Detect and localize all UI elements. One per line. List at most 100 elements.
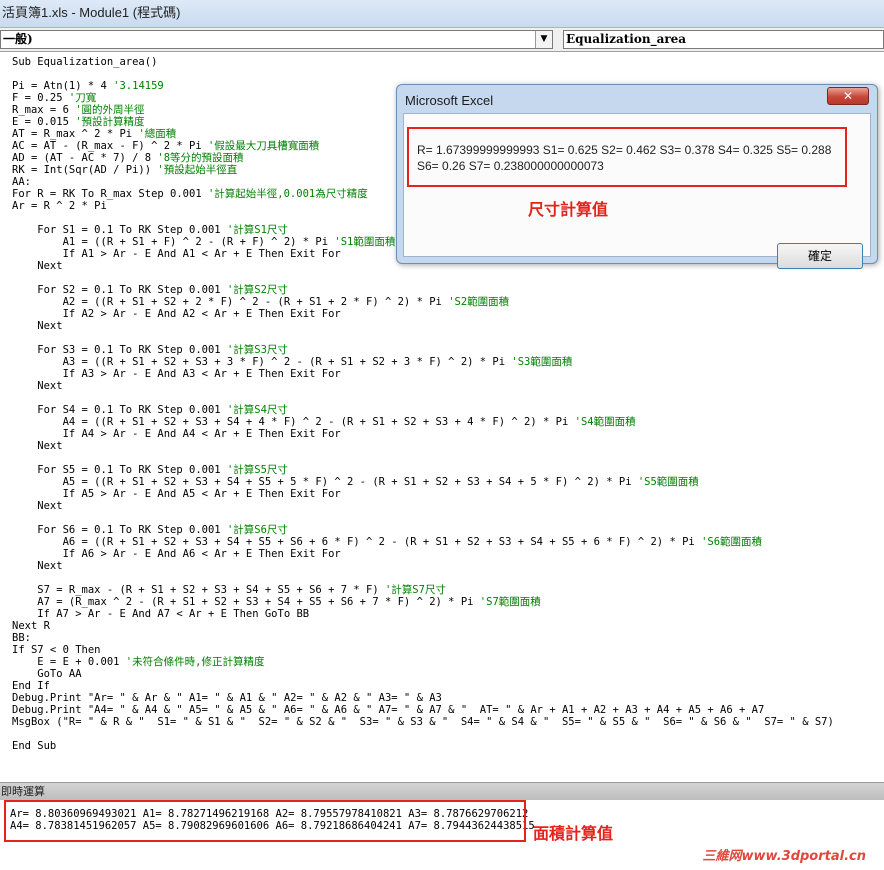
- code-line: AC = AT - (R_max - F) ^ 2 * Pi '假設最大刀具槽寬…: [12, 140, 319, 152]
- procedure-combo[interactable]: Equalization_area: [563, 30, 884, 49]
- code-line: Next: [12, 500, 63, 512]
- code-line: Debug.Print "A4= " & A4 & " A5= " & A5 &…: [12, 704, 764, 716]
- code-line: BB:: [12, 632, 31, 644]
- code-line: GoTo AA: [12, 668, 82, 680]
- code-text: Next: [12, 500, 63, 512]
- code-text: End Sub: [12, 740, 57, 752]
- code-text: S7 = R_max - (R + S1 + S2 + S3 + S4 + S5…: [12, 584, 385, 596]
- code-comment: '刀寬: [68, 92, 97, 104]
- code-line: For S4 = 0.1 To RK Step 0.001 '計算S4尺寸: [12, 404, 288, 416]
- code-text: Pi = Atn(1) * 4: [12, 80, 114, 92]
- window-title: 活頁簿1.xls - Module1 (程式碼): [0, 0, 884, 28]
- code-line: Next: [12, 560, 63, 572]
- code-text: If A5 > Ar - E And A5 < Ar + E Then Exit…: [12, 488, 341, 500]
- code-comment: 'S6範圍面積: [701, 536, 763, 548]
- code-line: RK = Int(Sqr(AD / Pi)) '預設起始半徑直: [12, 164, 237, 176]
- code-comment: '3.14159: [113, 80, 164, 92]
- ok-button[interactable]: 確定: [777, 243, 863, 269]
- code-line: E = E + 0.001 '未符合條件時,修正計算精度: [12, 656, 264, 668]
- code-text: Next: [12, 260, 63, 272]
- object-combo[interactable]: 一般) ▼: [0, 30, 553, 49]
- code-line: If A4 > Ar - E And A4 < Ar + E Then Exit…: [12, 428, 341, 440]
- code-text: AC = AT - (R_max - F) ^ 2 * Pi: [12, 140, 208, 152]
- code-text: Next: [12, 320, 63, 332]
- code-text: For S6 = 0.1 To RK Step 0.001: [12, 524, 227, 536]
- code-line: AD = (AT - AC * 7) / 8 '8等分的預設面積: [12, 152, 244, 164]
- code-text: Next: [12, 440, 63, 452]
- code-line: Sub Equalization_area(): [12, 56, 157, 68]
- code-line: E = 0.015 '預設計算精度: [12, 116, 145, 128]
- code-comment: 'S4範圍面積: [574, 416, 636, 428]
- code-text: If A6 > Ar - E And A6 < Ar + E Then Exit…: [12, 548, 341, 560]
- code-comment: '計算S4尺寸: [226, 404, 288, 416]
- code-line: For S3 = 0.1 To RK Step 0.001 '計算S3尺寸: [12, 344, 288, 356]
- area-highlight-box: [4, 800, 526, 842]
- code-comment: '計算起始半徑,0.001為尺寸精度: [207, 188, 368, 200]
- code-line: If A1 > Ar - E And A1 < Ar + E Then Exit…: [12, 248, 341, 260]
- procedure-combo-value: Equalization_area: [566, 32, 687, 46]
- code-line: If A7 > Ar - E And A7 < Ar + E Then GoTo…: [12, 608, 309, 620]
- code-line: Next R: [12, 620, 50, 632]
- object-combo-value: 一般): [3, 32, 33, 46]
- code-comment: '圓的外周半徑: [75, 104, 145, 116]
- code-line: A3 = ((R + S1 + S2 + S3 + 3 * F) ^ 2 - (…: [12, 356, 573, 368]
- code-text: End If: [12, 680, 50, 692]
- code-line: Next: [12, 380, 62, 392]
- code-comment: '假設最大刀具槽寬面積: [207, 140, 320, 152]
- code-text: For S3 = 0.1 To RK Step 0.001: [12, 344, 227, 356]
- code-comment: '預設起始半徑直: [157, 164, 238, 176]
- code-line: A6 = ((R + S1 + S2 + S3 + S4 + S5 + S6 +…: [12, 536, 762, 548]
- code-line: AT = R_max ^ 2 * Pi '總面積: [12, 128, 176, 140]
- code-text: If A1 > Ar - E And A1 < Ar + E Then Exit…: [12, 248, 341, 260]
- code-comment: 'S2範圍面積: [448, 296, 510, 308]
- code-comment: 'S1範圍面積: [334, 236, 396, 248]
- code-text: GoTo AA: [12, 668, 82, 680]
- code-line: If A6 > Ar - E And A6 < Ar + E Then Exit…: [12, 548, 341, 560]
- code-text: If A4 > Ar - E And A4 < Ar + E Then Exit…: [12, 428, 341, 440]
- code-line: If S7 < 0 Then: [12, 644, 101, 656]
- code-text: A4 = ((R + S1 + S2 + S3 + S4 + 4 * F) ^ …: [12, 416, 575, 428]
- code-text: Next R: [12, 620, 50, 632]
- code-text: For S5 = 0.1 To RK Step 0.001: [12, 464, 227, 476]
- code-text: Next: [12, 560, 63, 572]
- code-text: BB:: [12, 632, 31, 644]
- code-line: S7 = R_max - (R + S1 + S2 + S3 + S4 + S5…: [12, 584, 446, 596]
- code-comment: '計算S7尺寸: [384, 584, 446, 596]
- code-line: A4 = ((R + S1 + S2 + S3 + S4 + 4 * F) ^ …: [12, 416, 636, 428]
- message-highlight-box: [407, 127, 847, 187]
- code-text: RK = Int(Sqr(AD / Pi)): [12, 164, 158, 176]
- code-comment: '計算S5尺寸: [226, 464, 288, 476]
- code-text: For S4 = 0.1 To RK Step 0.001: [12, 404, 227, 416]
- code-text: A3 = ((R + S1 + S2 + S3 + 3 * F) ^ 2 - (…: [12, 356, 512, 368]
- code-text: AD = (AT - AC * 7) / 8: [12, 152, 158, 164]
- code-line: A7 = (R_max ^ 2 - (R + S1 + S2 + S3 + S4…: [12, 596, 541, 608]
- combo-bar: 一般) ▼ Equalization_area: [0, 28, 884, 52]
- close-icon[interactable]: ✕: [827, 87, 869, 105]
- code-line: A5 = ((R + S1 + S2 + S3 + S4 + S5 + 5 * …: [12, 476, 699, 488]
- code-text: E = E + 0.001: [12, 656, 126, 668]
- code-line: Ar = R ^ 2 * Pi: [12, 200, 107, 212]
- code-line: If A3 > Ar - E And A3 < Ar + E Then Exit…: [12, 368, 341, 380]
- code-comment: '計算S3尺寸: [226, 344, 288, 356]
- code-comment: '計算S2尺寸: [226, 284, 288, 296]
- code-line: Pi = Atn(1) * 4 '3.14159: [12, 80, 164, 92]
- code-line: MsgBox ("R= " & R & " S1= " & S1 & " S2=…: [12, 716, 834, 728]
- code-text: If A7 > Ar - E And A7 < Ar + E Then GoTo…: [12, 608, 310, 620]
- code-text: Sub Equalization_area(): [12, 56, 158, 68]
- code-line: For S6 = 0.1 To RK Step 0.001 '計算S6尺寸: [12, 524, 288, 536]
- code-comment: '8等分的預設面積: [157, 152, 244, 164]
- code-comment: 'S7範圍面積: [479, 596, 541, 608]
- code-line: A1 = ((R + S1 + F) ^ 2 - (R + F) ^ 2) * …: [12, 236, 396, 248]
- code-line: Next: [12, 320, 63, 332]
- code-text: A5 = ((R + S1 + S2 + S3 + S4 + S5 + 5 * …: [12, 476, 638, 488]
- code-text: A2 = ((R + S1 + S2 + 2 * F) ^ 2 - (R + S…: [12, 296, 449, 308]
- code-text: For S2 = 0.1 To RK Step 0.001: [12, 284, 227, 296]
- code-text: A7 = (R_max ^ 2 - (R + S1 + S2 + S3 + S4…: [12, 596, 480, 608]
- code-text: If A2 > Ar - E And A2 < Ar + E Then Exit…: [12, 308, 341, 320]
- code-text: If S7 < 0 Then: [12, 644, 101, 656]
- code-comment: '未符合條件時,修正計算精度: [125, 656, 265, 668]
- code-comment: '計算S1尺寸: [226, 224, 288, 236]
- chevron-down-icon[interactable]: ▼: [535, 31, 552, 48]
- code-line: If A5 > Ar - E And A5 < Ar + E Then Exit…: [12, 488, 341, 500]
- code-text: If A3 > Ar - E And A3 < Ar + E Then Exit…: [12, 368, 341, 380]
